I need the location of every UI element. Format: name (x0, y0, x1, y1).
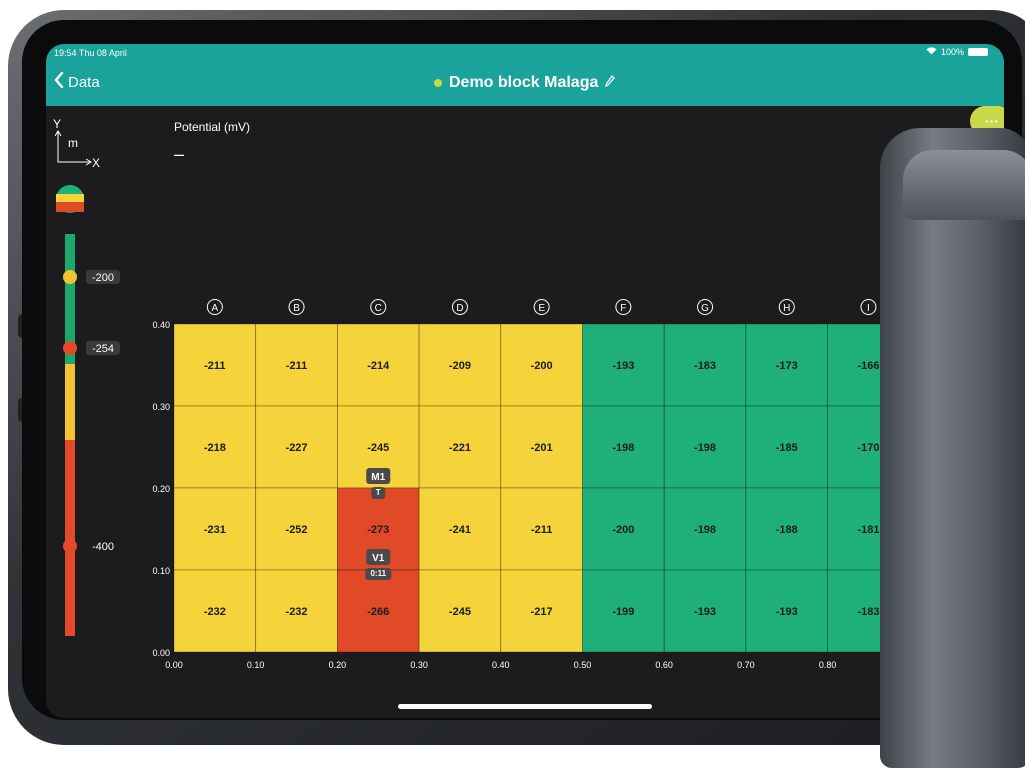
cell-value: -199 (612, 606, 634, 618)
y-tick-label: 0.20 (152, 484, 170, 494)
x-tick-label: 0.10 (247, 660, 265, 670)
cell-value: -214 (367, 360, 390, 372)
x-tick-label: 0.40 (492, 660, 510, 670)
cell-value: -188 (776, 524, 798, 536)
page-title[interactable]: Demo block Malaga (434, 74, 616, 92)
wifi-icon (926, 47, 937, 57)
x-tick-label: 0.60 (655, 660, 673, 670)
axis-y-label: Y (53, 117, 62, 131)
axes-icon (54, 130, 92, 166)
scale-label: -200 (92, 272, 114, 284)
column-header: D (456, 303, 463, 314)
cell-value: -198 (612, 442, 634, 454)
cell-value: -200 (612, 524, 634, 536)
column-header: G (701, 303, 709, 314)
scale-label: -254 (92, 343, 114, 355)
scale-handle[interactable] (63, 341, 77, 355)
status-dot (434, 79, 442, 87)
potential-label: Potential (mV) (174, 120, 251, 134)
cell-value: -183 (694, 360, 716, 372)
scale-handle[interactable] (63, 270, 77, 284)
battery-percent: 100% (940, 47, 964, 57)
potential-heatmap[interactable]: A B C D E F G H I -211 -211 -214 -209 -200 -193 -183 -17… (126, 294, 966, 674)
cell-value: -193 (612, 360, 634, 372)
cell-value: -221 (449, 442, 471, 454)
marker-v1-label: V1 (372, 553, 385, 564)
y-tick-label: 0.00 (152, 648, 170, 658)
y-tick-label: 0.30 (152, 402, 170, 412)
status-indicators: 100% (926, 47, 988, 57)
cell-value: -211 (286, 360, 307, 372)
column-header: I (867, 303, 870, 314)
cell-value: -181 (857, 524, 879, 536)
page-title-text: Demo block Malaga (449, 74, 599, 91)
x-tick-label: 0.30 (410, 660, 428, 670)
cell-value: -198 (694, 442, 716, 454)
scale-handle[interactable] (63, 539, 77, 553)
app-screen: 19:54 Thu 08 April 100% Data Demo block … (46, 44, 1004, 718)
cell-value: -218 (204, 442, 226, 454)
cell-value: -273 (367, 524, 389, 536)
column-header: B (293, 303, 300, 314)
x-tick-label: 0.20 (329, 660, 347, 670)
marker-t-label: T (376, 488, 381, 497)
cell-value: -200 (531, 360, 553, 372)
cell-value: -185 (776, 442, 798, 454)
column-header: H (783, 303, 790, 314)
cell-value: -211 (531, 524, 552, 536)
cell-value: -193 (776, 606, 798, 618)
battery-icon (968, 48, 988, 56)
cell-value: -217 (531, 606, 553, 618)
x-tick-label: 0.70 (737, 660, 755, 670)
cell-value: -232 (286, 606, 308, 618)
cell-value: -231 (204, 524, 226, 536)
home-indicator (398, 704, 652, 709)
cell-value: -209 (449, 360, 471, 372)
cell-value: -211 (204, 360, 225, 372)
cell-value: -232 (204, 606, 226, 618)
cell-value: -252 (286, 524, 308, 536)
x-tick-label: 0.50 (574, 660, 592, 670)
x-tick-label: 0.00 (165, 660, 183, 670)
cell-value: -227 (286, 442, 308, 454)
chevron-left-icon (54, 71, 64, 92)
x-tick-label: 0.80 (819, 660, 837, 670)
cell-value: -166 (857, 360, 879, 372)
column-header: E (538, 303, 545, 314)
cell-value: -245 (367, 442, 389, 454)
cell-value: -201 (531, 442, 553, 454)
probe-device-image (880, 128, 1025, 768)
back-button[interactable]: Data (54, 71, 100, 92)
cell-value: -198 (694, 524, 716, 536)
status-time: 19:54 Thu 08 April (54, 48, 127, 58)
cell-value: -183 (857, 606, 879, 618)
column-header: F (620, 303, 626, 314)
cell-value: -245 (449, 606, 471, 618)
column-header: C (375, 303, 382, 314)
back-label: Data (68, 73, 100, 91)
probe-cap-image (903, 150, 1025, 220)
marker-m1-label: M1 (371, 472, 385, 483)
cell-value: -266 (367, 606, 389, 618)
navigation-bar: 19:54 Thu 08 April 100% Data Demo block … (46, 44, 1004, 106)
cell-value: -170 (857, 442, 879, 454)
cell-value: -173 (776, 360, 798, 372)
column-header: A (212, 303, 219, 314)
y-tick-label: 0.40 (152, 320, 170, 330)
y-tick-label: 0.10 (152, 566, 170, 576)
scale-label: -400 (92, 541, 114, 553)
marker-time-label: 0:11 (370, 569, 386, 578)
potential-value: – (174, 144, 185, 164)
cell-value: -241 (449, 524, 471, 536)
cell-value: -193 (694, 606, 716, 618)
pencil-icon[interactable] (605, 74, 616, 92)
